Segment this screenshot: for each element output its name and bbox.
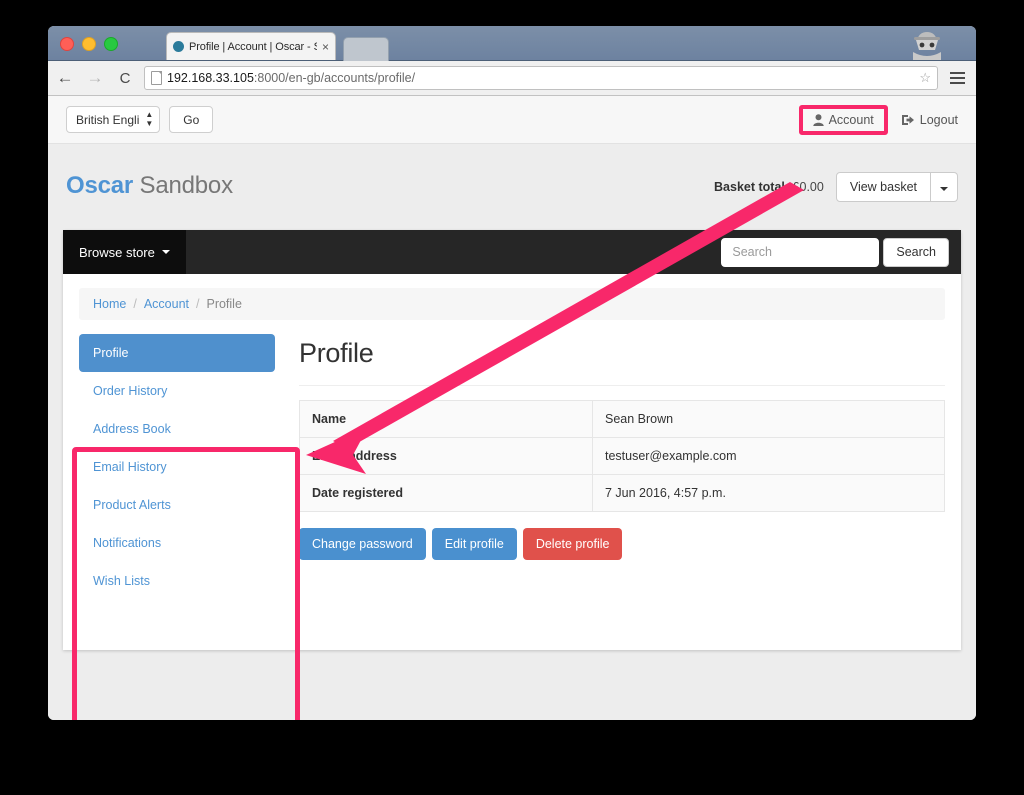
view-basket-group: View basket [835, 172, 958, 202]
account-layout: Profile Order History Address Book Email… [63, 320, 961, 630]
utility-links: Account Logout [798, 104, 958, 135]
user-icon [812, 113, 824, 126]
breadcrumb-separator: / [196, 297, 200, 311]
reload-icon[interactable]: C [112, 65, 138, 91]
back-arrow-icon[interactable]: ← [52, 65, 78, 91]
search-button[interactable]: Search [883, 237, 949, 267]
basket-area: Basket total: £0.00 View basket [714, 172, 958, 202]
browse-store-menu[interactable]: Browse store [63, 230, 186, 274]
select-arrows-icon: ▲ ▼ [145, 110, 154, 128]
tab-title: Profile | Account | Oscar - S [189, 40, 317, 53]
table-cell-key: Name [299, 400, 593, 438]
table-row: Name Sean Brown [299, 400, 945, 438]
language-go-button[interactable]: Go [169, 106, 214, 133]
chevron-down-icon [940, 187, 948, 191]
table-cell-key: Email address [299, 437, 593, 475]
hamburger-menu-icon[interactable] [944, 72, 970, 84]
maximize-window-button[interactable] [104, 37, 118, 51]
sidebar-item-profile[interactable]: Profile [79, 334, 275, 372]
profile-content: Profile Name Sean Brown Email address te… [299, 334, 945, 600]
sidebar-item-notifications[interactable]: Notifications [79, 524, 275, 562]
view-basket-button[interactable]: View basket [835, 172, 931, 202]
account-link[interactable]: Account [812, 112, 874, 127]
language-select[interactable]: British Engli ▲ ▼ [66, 106, 161, 133]
close-window-button[interactable] [60, 37, 74, 51]
breadcrumb-separator: / [133, 297, 137, 311]
language-select-value: British Engli [76, 112, 140, 127]
title-divider [299, 385, 945, 386]
table-row: Date registered 7 Jun 2016, 4:57 p.m. [299, 474, 945, 512]
profile-actions: Change password Edit profile Delete prof… [299, 528, 945, 560]
logout-link[interactable]: Logout [901, 112, 958, 127]
table-cell-value: 7 Jun 2016, 4:57 p.m. [592, 474, 945, 512]
table-row: Email address testuser@example.com [299, 437, 945, 475]
sidebar-item-email-history[interactable]: Email History [79, 448, 275, 486]
basket-total: Basket total: £0.00 [714, 180, 824, 194]
browser-toolbar: ← → C 192.168.33.105:8000/en-gb/accounts… [48, 61, 976, 96]
account-link-highlight: Account [798, 104, 888, 135]
basket-total-amount: £0.00 [792, 180, 824, 194]
page-viewport: British Engli ▲ ▼ Go Account Logout Osca… [48, 96, 976, 720]
browser-tab-active[interactable]: Profile | Account | Oscar - S × [166, 32, 336, 60]
logout-link-label: Logout [919, 112, 958, 127]
address-bar[interactable]: 192.168.33.105:8000/en-gb/accounts/profi… [144, 66, 938, 90]
star-icon[interactable]: ☆ [919, 70, 931, 86]
breadcrumb-wrap: Home / Account / Profile [63, 274, 961, 320]
main-navbar: Browse store Search Search [63, 230, 961, 274]
table-cell-value: Sean Brown [592, 400, 945, 438]
breadcrumb: Home / Account / Profile [79, 288, 945, 320]
basket-dropdown-toggle[interactable] [931, 172, 958, 202]
table-cell-key: Date registered [299, 474, 593, 512]
url-text: 192.168.33.105:8000/en-gb/accounts/profi… [167, 71, 415, 85]
site-utility-bar: British Engli ▲ ▼ Go Account Logout [48, 96, 976, 144]
edit-profile-button[interactable]: Edit profile [431, 528, 517, 560]
page-info-icon [151, 71, 162, 85]
brand-name: Oscar [66, 172, 134, 199]
account-sidebar-menu: Profile Order History Address Book Email… [79, 334, 275, 600]
profile-table: Name Sean Brown Email address testuser@e… [299, 400, 945, 512]
go-button-label: Go [183, 112, 200, 127]
breadcrumb-item-account[interactable]: Account [144, 297, 189, 311]
url-host: 192.168.33.105 [167, 71, 254, 85]
view-basket-label: View basket [849, 180, 917, 194]
table-cell-value: testuser@example.com [592, 437, 945, 475]
search-input-placeholder: Search [732, 245, 772, 259]
browser-title-bar: Profile | Account | Oscar - S × [48, 26, 976, 61]
search-form: Search Search [721, 237, 961, 267]
sidebar-item-order-history[interactable]: Order History [79, 372, 275, 410]
change-password-button[interactable]: Change password [299, 528, 426, 560]
page-title: Profile [299, 338, 374, 368]
site-container: Browse store Search Search Home / Accoun [63, 230, 961, 650]
site-logo[interactable]: Oscar Sandbox [66, 172, 233, 200]
forward-arrow-icon[interactable]: → [82, 65, 108, 91]
search-input[interactable]: Search [721, 237, 880, 267]
breadcrumb-item-profile: Profile [206, 297, 242, 311]
close-tab-icon[interactable]: × [322, 41, 329, 53]
browser-window: Profile | Account | Oscar - S × ← → C 19… [48, 26, 976, 720]
minimize-window-button[interactable] [82, 37, 96, 51]
basket-total-label: Basket total: [714, 180, 790, 194]
incognito-icon [913, 32, 941, 60]
account-link-label: Account [828, 112, 874, 127]
sidebar-item-wish-lists[interactable]: Wish Lists [79, 562, 275, 600]
breadcrumb-item-home[interactable]: Home [93, 297, 126, 311]
caret-down-icon [161, 250, 170, 254]
browser-tab-inactive[interactable] [343, 37, 389, 61]
search-button-label: Search [896, 245, 936, 259]
sidebar-item-product-alerts[interactable]: Product Alerts [79, 486, 275, 524]
delete-profile-button[interactable]: Delete profile [522, 528, 623, 560]
url-path: :8000/en-gb/accounts/profile/ [253, 71, 416, 85]
sign-out-icon [901, 114, 914, 125]
sidebar-item-address-book[interactable]: Address Book [79, 410, 275, 448]
favicon-icon [173, 41, 184, 52]
browse-store-label: Browse store [79, 244, 155, 260]
site-header: Oscar Sandbox Basket total: £0.00 View b… [48, 144, 976, 230]
brand-suffix: Sandbox [139, 172, 234, 199]
window-controls[interactable] [60, 37, 118, 51]
